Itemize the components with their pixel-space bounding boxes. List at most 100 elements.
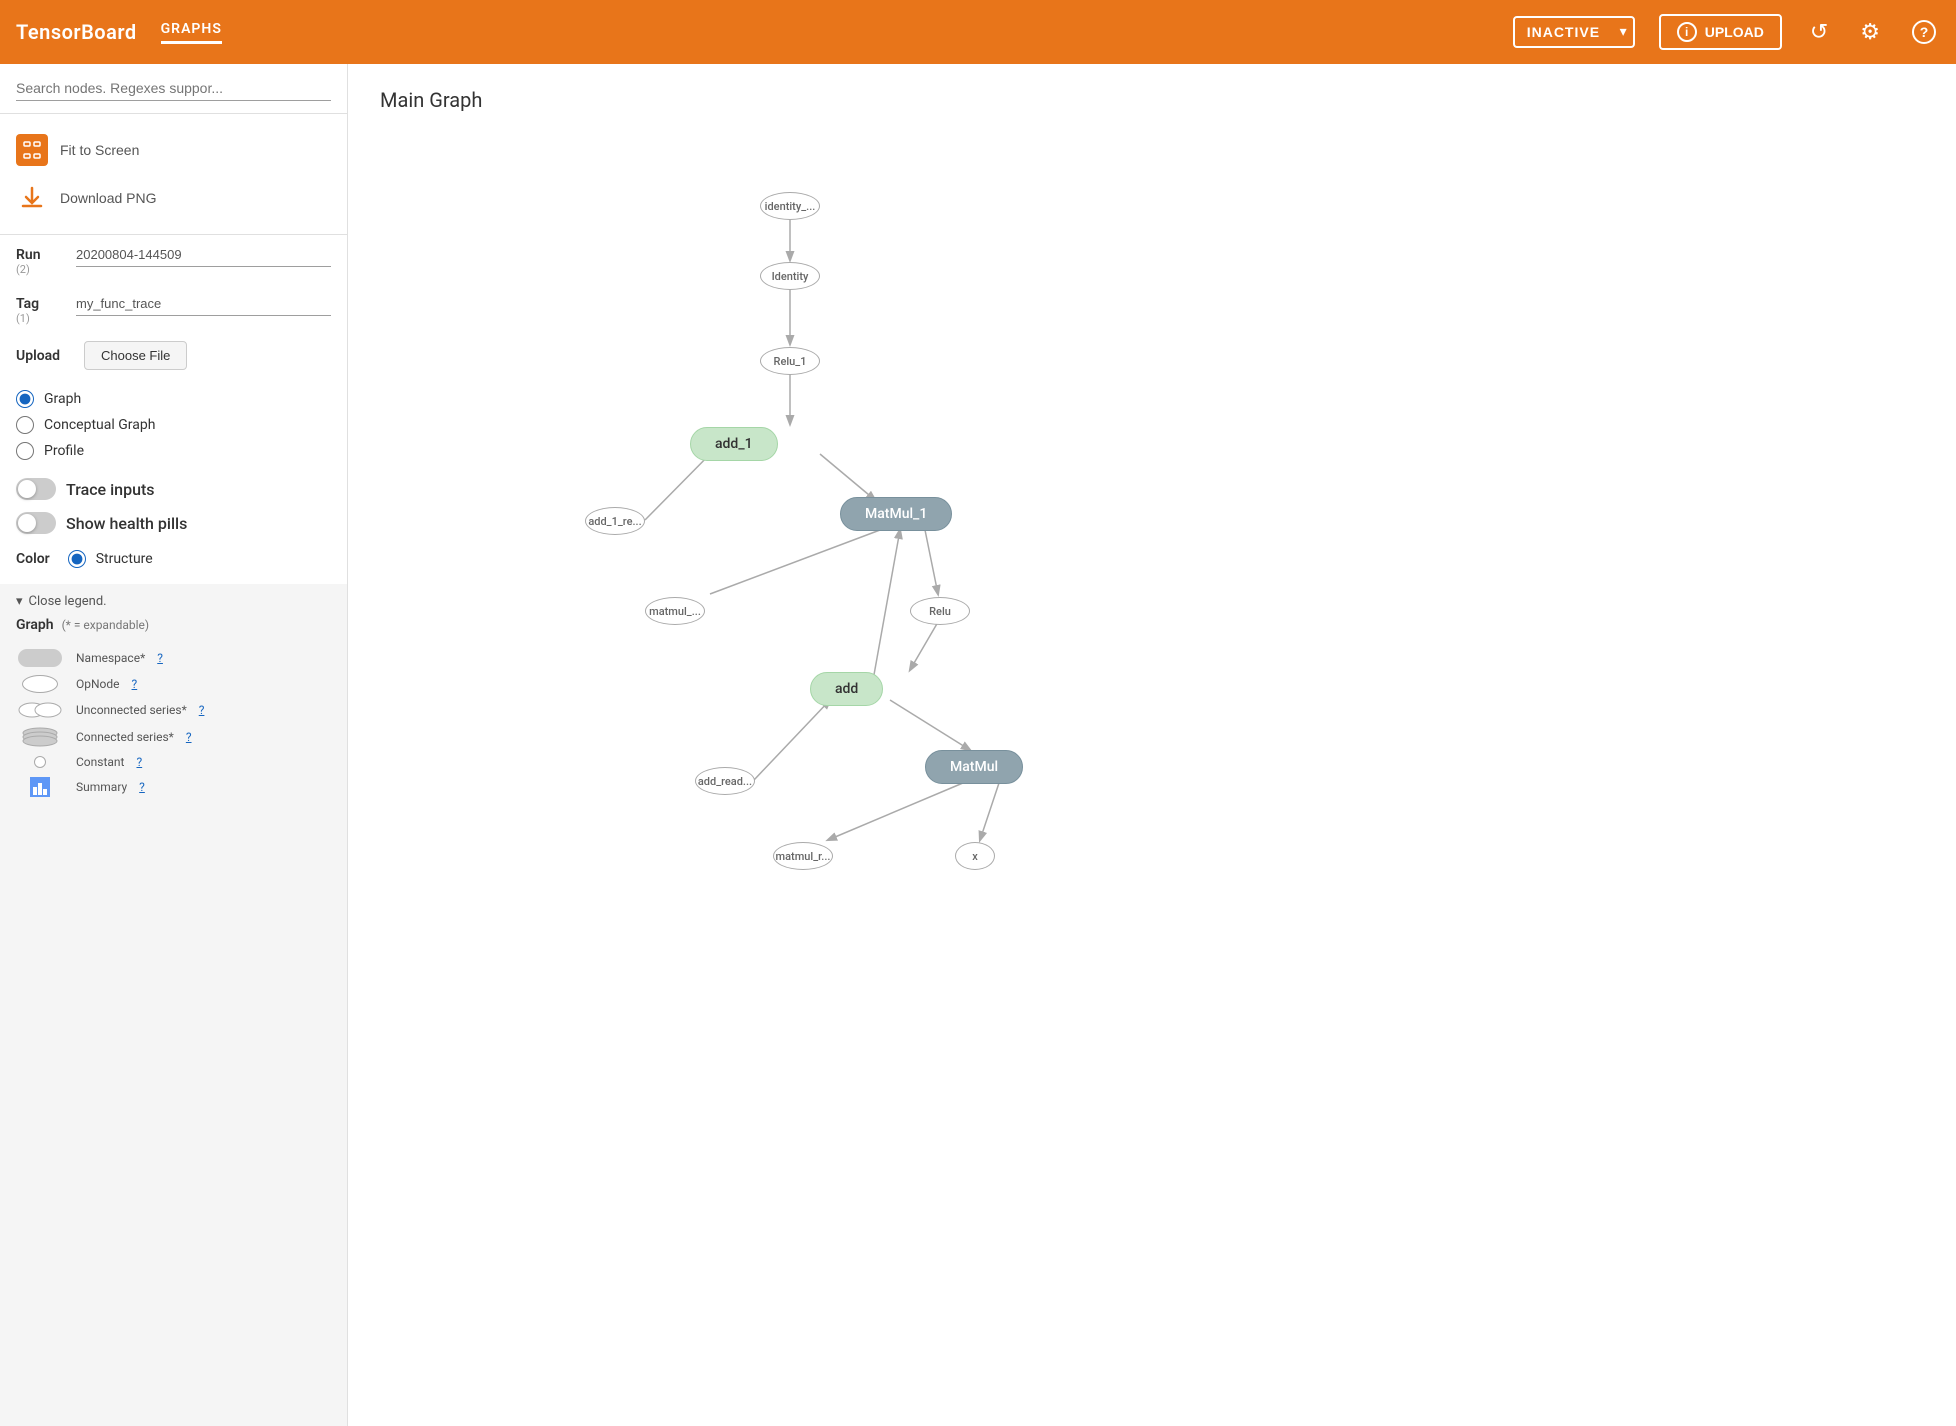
legend-constant-text: Constant — [76, 755, 124, 769]
download-icon — [16, 182, 48, 214]
node-identity-label: Identity — [772, 270, 809, 283]
node-matmul-ellipse[interactable]: matmul_... — [645, 597, 705, 625]
legend-connected-text: Connected series* — [76, 730, 174, 744]
choose-file-button[interactable]: Choose File — [84, 341, 187, 370]
fit-to-screen-label: Fit to Screen — [60, 142, 139, 158]
upload-info-icon: i — [1677, 22, 1697, 42]
node-add1re-label: add_1_re... — [588, 515, 641, 528]
upload-button[interactable]: i UPLOAD — [1659, 14, 1782, 50]
node-addread[interactable]: add_read... — [695, 767, 755, 795]
legend-connected-shape — [16, 727, 64, 747]
tag-label: Tag (1) — [16, 292, 64, 325]
graph-radio-label: Graph — [44, 391, 81, 407]
refresh-button[interactable]: ↺ — [1806, 15, 1832, 49]
help-button[interactable]: ? — [1908, 16, 1940, 48]
tag-row: Tag (1) my_func_trace — [0, 284, 347, 333]
toolbar-section: Fit to Screen Download PNG — [0, 114, 347, 235]
node-add1re[interactable]: add_1_re... — [585, 507, 645, 535]
node-add[interactable]: add — [810, 672, 883, 706]
node-identity[interactable]: Identity — [760, 262, 820, 290]
tag-select[interactable]: my_func_trace — [76, 292, 331, 316]
summary-bar-1 — [33, 787, 37, 795]
node-matmulr[interactable]: matmul_r... — [773, 842, 833, 870]
download-png-label: Download PNG — [60, 190, 157, 206]
node-matmul[interactable]: MatMul — [925, 750, 1023, 784]
run-select[interactable]: INACTIVE — [1513, 16, 1635, 48]
chevron-down-icon: ▾ — [16, 594, 23, 609]
run-label: Run (2) — [16, 243, 64, 276]
color-label: Color — [16, 551, 50, 567]
node-relu1[interactable]: Relu_1 — [760, 347, 820, 375]
legend-connected-link[interactable]: ? — [186, 730, 192, 744]
graph-canvas[interactable]: identity_... Identity Relu_1 add_1 add_1… — [380, 132, 1924, 912]
legend-constant-shape — [16, 756, 64, 768]
summary-shape — [30, 777, 50, 797]
namespace-shape — [18, 649, 62, 667]
node-identity-ellipse-label: identity_... — [765, 200, 816, 213]
node-matmul1-label: MatMul_1 — [865, 506, 927, 522]
node-identity-ellipse[interactable]: identity_... — [760, 192, 820, 220]
legend-unconnected-shape — [16, 701, 64, 719]
constant-shape — [34, 756, 46, 768]
legend-graph-subtitle: (* = expandable) — [62, 618, 150, 632]
health-pills-toggle[interactable] — [16, 512, 56, 534]
run-row: Run (2) 20200804-144509 — [0, 235, 347, 284]
header: TensorBoard GRAPHS INACTIVE ▾ i UPLOAD ↺… — [0, 0, 1956, 64]
legend-namespace-text: Namespace* — [76, 651, 145, 665]
profile-radio[interactable] — [16, 442, 34, 460]
color-structure-label: Structure — [96, 551, 153, 567]
nav-graphs[interactable]: GRAPHS — [161, 21, 222, 44]
trace-inputs-row: Trace inputs — [16, 472, 331, 506]
legend-namespace-link[interactable]: ? — [157, 651, 163, 665]
conceptual-radio-row: Conceptual Graph — [16, 412, 331, 438]
legend-graph-title: Graph — [16, 617, 54, 633]
conceptual-radio[interactable] — [16, 416, 34, 434]
node-x[interactable]: x — [955, 842, 995, 870]
graph-radio[interactable] — [16, 390, 34, 408]
node-matmul1[interactable]: MatMul_1 — [840, 497, 952, 531]
legend-summary-shape — [16, 777, 64, 797]
legend-unconnected-link[interactable]: ? — [199, 703, 205, 717]
refresh-icon: ↺ — [1810, 19, 1828, 45]
legend-summary-link[interactable]: ? — [139, 780, 145, 794]
summary-bar-2 — [38, 783, 42, 795]
app-logo: TensorBoard — [16, 20, 137, 44]
run-select-wrapper: INACTIVE ▾ — [1513, 16, 1635, 48]
download-png-button[interactable]: Download PNG — [16, 174, 331, 222]
fit-to-screen-button[interactable]: Fit to Screen — [16, 126, 331, 174]
legend-toggle[interactable]: ▾ Close legend. — [16, 594, 331, 609]
legend-header: Graph (* = expandable) — [16, 617, 331, 639]
legend-namespace: Namespace* ? — [16, 645, 331, 671]
legend-constant-link[interactable]: ? — [136, 755, 142, 769]
search-input[interactable] — [16, 76, 331, 101]
node-x-label: x — [972, 850, 978, 863]
legend-opnode-link[interactable]: ? — [132, 677, 138, 691]
health-pills-label: Show health pills — [66, 514, 187, 533]
color-row: Color Structure — [16, 546, 331, 572]
help-icon: ? — [1912, 20, 1936, 44]
node-add-label: add — [835, 681, 858, 697]
node-relu1-label: Relu_1 — [774, 355, 807, 368]
node-relu-label: Relu — [929, 605, 951, 618]
node-matmul-label: MatMul — [950, 759, 998, 775]
main-graph-title: Main Graph — [380, 88, 1924, 112]
health-pills-row: Show health pills — [16, 506, 331, 540]
node-relu[interactable]: Relu — [910, 597, 970, 625]
trace-inputs-knob — [18, 480, 36, 498]
trace-inputs-toggle[interactable] — [16, 478, 56, 500]
legend-unconnected-text: Unconnected series* — [76, 703, 187, 717]
node-matmulr-label: matmul_r... — [776, 850, 831, 863]
legend-opnode-shape — [16, 675, 64, 693]
settings-button[interactable]: ⚙ — [1856, 15, 1884, 49]
run-select[interactable]: 20200804-144509 — [76, 243, 331, 267]
legend-toggle-label: Close legend. — [29, 594, 107, 609]
sidebar: Fit to Screen Download PNG Run (2) 20200… — [0, 64, 348, 1426]
upload-row-label: Upload — [16, 348, 72, 364]
main-content: Main Graph — [348, 64, 1956, 1426]
graph-radio-row: Graph — [16, 386, 331, 412]
color-structure-radio[interactable] — [68, 550, 86, 568]
legend-namespace-shape — [16, 649, 64, 667]
unconnected-shape — [18, 701, 62, 719]
node-add1[interactable]: add_1 — [690, 427, 778, 461]
legend-opnode: OpNode ? — [16, 671, 331, 697]
